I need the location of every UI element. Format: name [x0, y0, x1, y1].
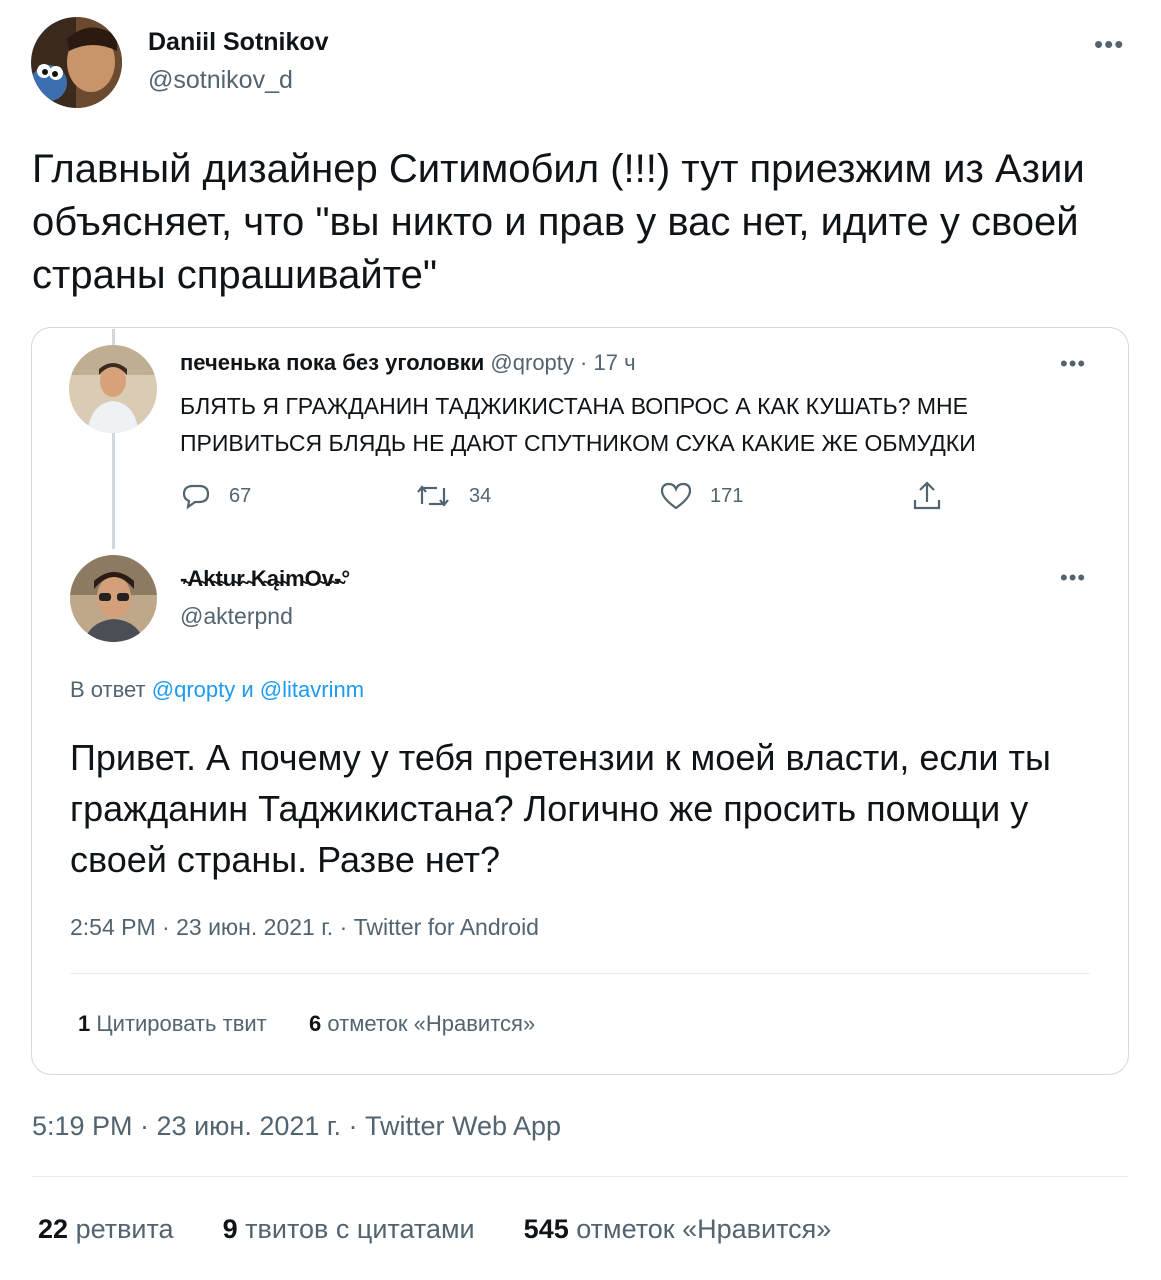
reply-more-icon[interactable]: •••	[1060, 567, 1086, 589]
heart-icon	[660, 482, 692, 510]
parent-sep: ·	[580, 350, 588, 375]
reply-to-line: В ответ @qropty и @litavrinm	[70, 677, 364, 703]
retweet-action[interactable]: 34	[415, 482, 491, 510]
reply-like-stat[interactable]: 6 отметок «Нравится»	[309, 1011, 535, 1036]
reply-quote-stat[interactable]: 1 Цитировать твит	[78, 1011, 267, 1036]
parent-time[interactable]: 17 ч	[593, 350, 635, 375]
reply-author-handle[interactable]: @akterpnd	[180, 603, 293, 630]
tweet-timestamp[interactable]: 5:19 PM · 23 июн. 2021 г. · Twitter Web …	[32, 1111, 561, 1142]
tweet-stats: 22 ретвита 9 твитов с цитатами 545 отмет…	[38, 1214, 831, 1245]
share-action[interactable]	[911, 480, 961, 512]
card-divider	[70, 973, 1090, 974]
retweets-stat[interactable]: 22 ретвита	[38, 1214, 174, 1244]
parent-handle[interactable]: @qropty	[490, 350, 573, 375]
parent-text: БЛЯТЬ Я ГРАЖДАНИН ТАДЖИКИСТАНА ВОПРОС А …	[180, 393, 976, 456]
meta-divider	[32, 1176, 1128, 1177]
reply-prefix: В ответ	[70, 677, 146, 702]
retweet-icon	[417, 485, 449, 507]
quotes-stat[interactable]: 9 твитов с цитатами	[223, 1214, 475, 1244]
tweet-text: Главный дизайнер Ситимобил (!!!) тут при…	[32, 147, 1085, 297]
reply-stats: 1 Цитировать твит 6 отметок «Нравится»	[78, 1011, 535, 1037]
reply-count: 67	[229, 484, 252, 507]
parent-avatar[interactable]	[69, 345, 157, 433]
reply-action[interactable]: 67	[181, 482, 251, 510]
author-name[interactable]: Daniil Sotnikov	[148, 28, 329, 57]
parent-more-icon[interactable]: •••	[1060, 353, 1086, 375]
share-icon	[913, 481, 941, 510]
likes-stat[interactable]: 545 отметок «Нравится»	[524, 1214, 832, 1244]
like-count: 171	[710, 484, 744, 507]
mention-conj: и	[241, 677, 254, 702]
retweet-count: 34	[469, 484, 492, 507]
author-handle[interactable]: @sotnikov_d	[148, 66, 293, 95]
reply-timestamp[interactable]: 2:54 PM · 23 июн. 2021 г. · Twitter for …	[70, 914, 539, 941]
parent-name[interactable]: печенька пока без уголовки	[180, 350, 484, 375]
like-action[interactable]: 171	[660, 482, 743, 510]
reply-icon	[182, 484, 210, 510]
reply-author-name[interactable]: -̴A̴k̴t̴u̴r̴ ̴K̴ą̴i̴m̴O̴v̴-̴°	[180, 566, 350, 592]
author-avatar[interactable]	[31, 17, 122, 108]
mention-qropty[interactable]: @qropty	[152, 677, 235, 702]
reply-text: Привет. А почему у тебя претензии к моей…	[70, 737, 1051, 880]
more-options-icon[interactable]: •••	[1094, 31, 1124, 57]
mention-litavrinm[interactable]: @litavrinm	[260, 677, 364, 702]
parent-header: печенька пока без уголовки @qropty · 17 …	[180, 350, 636, 376]
reply-avatar[interactable]	[70, 555, 157, 642]
